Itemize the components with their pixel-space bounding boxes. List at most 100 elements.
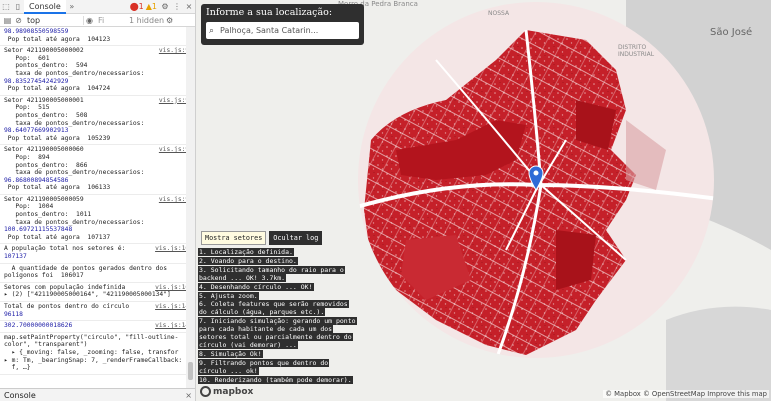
console-line: 107137: [4, 253, 27, 261]
progress-step: 4. Desenhando círculo ... OK!: [198, 282, 358, 292]
console-line: taxa de pontos_dentro/necessarios:: [4, 119, 145, 127]
sidebar-toggle-icon[interactable]: ▤: [2, 16, 13, 25]
console-line: pontos_dentro: 1011: [4, 211, 92, 219]
console-line: Pop total até agora 107137: [4, 233, 111, 241]
console-scrollbar[interactable]: [186, 27, 195, 388]
console-line: 96118: [4, 310, 23, 318]
console-message: vis.js:106 Setores com população indefini…: [0, 283, 195, 302]
inspect-icon[interactable]: ⬚: [0, 2, 12, 11]
mapbox-logo-text: mapbox: [213, 386, 254, 397]
live-expression-eye-icon[interactable]: ◉: [84, 16, 95, 25]
map-label-sao-jose: São José: [710, 27, 753, 38]
console-line: pontos_dentro: 594: [4, 62, 88, 70]
progress-step: 3. Solicitando tamanho do raio para o ba…: [198, 265, 358, 283]
search-icon: ⌕: [209, 25, 215, 36]
console-line: 96.86800894854586: [4, 176, 69, 184]
drawer-close-icon[interactable]: ×: [185, 391, 192, 400]
progress-step: 1. Localização definida.: [198, 248, 358, 257]
console-line: ▸ (2) ["421190005000164", "4211900050001…: [4, 291, 171, 299]
console-line: taxa de pontos_dentro/necessarios:: [4, 69, 145, 77]
console-log: 98.98908550598559 Pop total até agora 10…: [0, 27, 195, 388]
console-settings-gear-icon[interactable]: ⚙: [164, 16, 175, 25]
console-line: 98.83527454242929: [4, 77, 69, 85]
close-devtools-icon[interactable]: ×: [183, 2, 195, 11]
map-label-nossa: NOSSA: [488, 10, 510, 17]
console-line: ▸ m: Tm, _bearingSnap: 7, _renderFrameCa…: [4, 356, 183, 364]
console-line: taxa de pontos_dentro/necessarios:: [4, 169, 145, 177]
progress-step: 5. Ajusta zoom.: [198, 291, 358, 301]
console-filter-input[interactable]: Fi: [95, 16, 125, 25]
error-count: 1: [138, 2, 144, 11]
progress-step: 7. Iniciando simulação: gerando um ponto…: [198, 317, 358, 350]
progress-step-text: 1. Localização definida.: [198, 248, 294, 256]
context-selector[interactable]: top: [24, 15, 84, 25]
progress-step-text: 4. Desenhando círculo ... OK!: [198, 282, 314, 291]
kebab-menu-icon[interactable]: ⋮: [171, 2, 183, 11]
console-message: vis.js:144 Total de pontos dentro do círc…: [0, 302, 195, 322]
warning-count: 1: [151, 2, 157, 11]
console-message: vis.js:93 Setor 421190005000001 Pop: 515 …: [0, 96, 195, 146]
device-toggle-icon[interactable]: ▯: [12, 2, 24, 11]
console-line: Pop total até agora 105239: [4, 134, 111, 142]
settings-gear-icon[interactable]: ⚙: [159, 2, 171, 11]
console-message: vis.js:146 302.70000000018626: [0, 321, 195, 333]
devtools-tabbar: ⬚ ▯ Console » ⬤1 ▲1 ⚙ ⋮ ×: [0, 0, 195, 14]
console-line: pontos_dentro: 508: [4, 111, 88, 119]
map-canvas[interactable]: Morro da Pedra Branca São José DISTRITO …: [196, 0, 771, 401]
hide-log-button[interactable]: Ocultar log: [269, 231, 323, 245]
console-message: A quantidade de pontos gerados dentro do…: [0, 264, 195, 283]
progress-step-text: 7. Iniciando simulação: gerando um ponto…: [198, 317, 357, 349]
progress-step-text: 6. Coleta features que serão removidos d…: [198, 300, 349, 317]
console-message: vis.js:93 Setor 421190005000060 Pop: 894 …: [0, 145, 195, 195]
tab-console[interactable]: Console: [24, 0, 66, 14]
console-message: vis.js:104 A população total nos setores …: [0, 244, 195, 264]
location-panel: Informe a sua localização: ⌕ Palhoça, Sa…: [201, 4, 364, 45]
console-drawer-tab: Console ×: [0, 388, 195, 401]
clear-console-icon[interactable]: ⊘: [13, 16, 24, 25]
map-label-distrito: DISTRITO INDUSTRIAL: [618, 44, 655, 58]
console-line: f, …}: [4, 364, 31, 372]
console-message: 98.98908550598559 Pop total até agora 10…: [0, 27, 195, 47]
progress-step: 2. Voando para o destino.: [198, 256, 358, 266]
location-panel-title: Informe a sua localização:: [206, 7, 333, 18]
progress-steps-log: 1. Localização definida. 2. Voando para o…: [198, 248, 358, 386]
warning-count-icon[interactable]: ▲1: [146, 2, 157, 11]
more-tabs-icon[interactable]: »: [66, 2, 78, 11]
progress-step: 6. Coleta features que serão removidos d…: [198, 300, 358, 317]
progress-step-text: 3. Solicitando tamanho do raio para o ba…: [198, 265, 345, 282]
console-message: vis.js:93 Setor 421190005000059 Pop: 1004…: [0, 195, 195, 245]
console-line: Pop total até agora 106133: [4, 184, 111, 192]
console-line: Pop: 515: [4, 104, 50, 112]
progress-step: 9. Filtrando pontos que dentro do círcul…: [198, 358, 358, 376]
location-search-text[interactable]: Palhoça, Santa Catarin...: [220, 26, 318, 35]
mapbox-logo-icon: [200, 386, 211, 397]
error-count-icon[interactable]: ⬤1: [130, 2, 144, 11]
progress-step-text: 2. Voando para o destino.: [198, 256, 298, 265]
drawer-console-label[interactable]: Console: [4, 391, 36, 400]
location-search-input[interactable]: ⌕ Palhoça, Santa Catarin...: [206, 22, 359, 39]
console-toolbar: ▤ ⊘ top ◉ Fi 1 hidden ⚙: [0, 14, 195, 27]
console-line: color", "transparent"): [4, 341, 88, 349]
console-line: Pop: 1004: [4, 203, 54, 211]
console-line: 98.64077669902913: [4, 127, 69, 135]
console-line: ▸ {_moving: false, _zooming: false, tran…: [4, 348, 179, 356]
progress-step-text: 5. Ajusta zoom.: [198, 291, 259, 300]
console-line: Pop: 601: [4, 54, 50, 62]
console-line: Pop: 894: [4, 153, 50, 161]
map-attribution[interactable]: © Mapbox © OpenStreetMap Improve this ma…: [603, 390, 769, 398]
map-button-row: Mostra setores Ocultar log: [201, 231, 323, 245]
console-line: polígonos foi 106017: [4, 272, 84, 280]
hidden-messages-count: 1 hidden: [129, 15, 165, 25]
console-line: 100.69721115537848: [4, 226, 73, 234]
progress-step-text: 8. Simulação Ok!: [198, 349, 263, 358]
console-line: map.setPaintProperty("circulo", "fill-ou…: [4, 333, 179, 341]
water-area-south: [666, 306, 771, 401]
progress-step-text: 10. Renderizando (também pode demorar).: [198, 375, 353, 384]
console-line: taxa de pontos_dentro/necessarios:: [4, 218, 145, 226]
console-message: vis.js:93 Setor 421190005000002 Pop: 601 …: [0, 46, 195, 96]
progress-step: 10. Renderizando (também pode demorar).: [198, 375, 358, 385]
scrollbar-thumb[interactable]: [188, 362, 193, 380]
mapbox-logo[interactable]: mapbox: [200, 386, 253, 397]
show-sectors-button[interactable]: Mostra setores: [201, 231, 267, 245]
console-line: A quantidade de pontos gerados dentro do…: [4, 264, 168, 272]
